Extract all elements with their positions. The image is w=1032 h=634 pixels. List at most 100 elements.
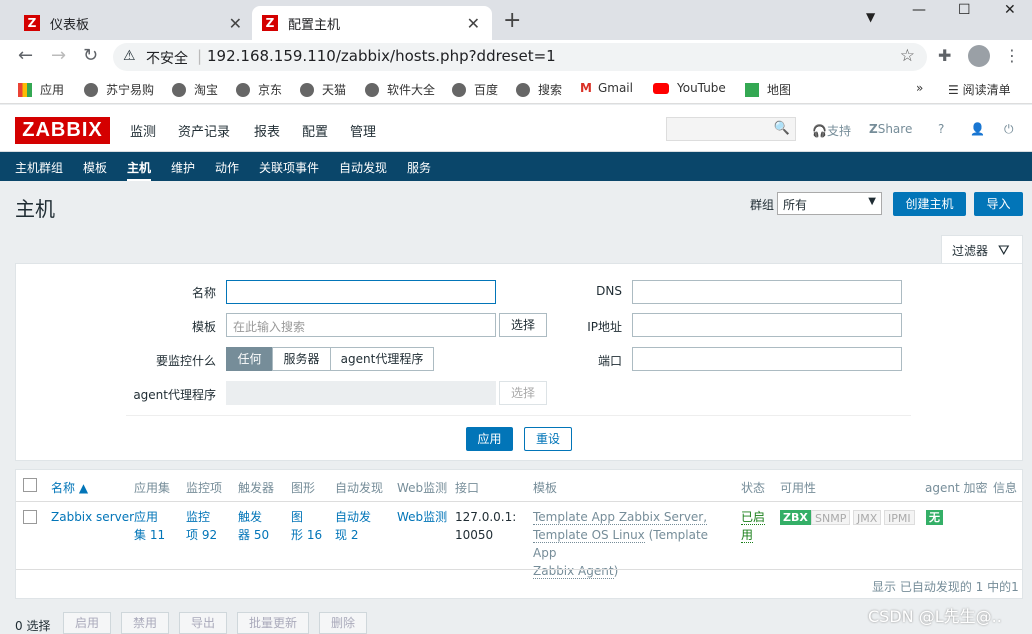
- jmx-badge: JMX: [853, 510, 882, 525]
- monitored-any-toggle[interactable]: 任何: [226, 347, 273, 371]
- ip-input[interactable]: [632, 313, 902, 337]
- close-icon[interactable]: ✕: [229, 14, 242, 33]
- bookmark-jd[interactable]: 京东: [236, 81, 282, 98]
- host-name-link[interactable]: Zabbix server: [51, 508, 134, 526]
- bookmark-software[interactable]: 软件大全: [365, 81, 435, 98]
- apply-button[interactable]: 应用: [466, 427, 513, 451]
- help-icon[interactable]: ?: [938, 122, 944, 136]
- more-bookmarks-icon[interactable]: »: [916, 81, 923, 95]
- sort-name-link[interactable]: 名称 ▲: [51, 481, 88, 495]
- divider: [126, 415, 911, 416]
- share-link[interactable]: ZShare: [869, 122, 912, 136]
- subnav-actions[interactable]: 动作: [215, 159, 239, 176]
- warning-icon: ⚠: [123, 48, 136, 64]
- subnav-correlation[interactable]: 关联项事件: [259, 159, 319, 176]
- subnav-services[interactable]: 服务: [407, 159, 431, 176]
- col-templates: 模板: [533, 481, 558, 495]
- subnav-discovery[interactable]: 自动发现: [339, 159, 387, 176]
- bookmark-youtube[interactable]: YouTube: [653, 81, 726, 95]
- subnav-maintenance[interactable]: 维护: [171, 159, 195, 176]
- status-link[interactable]: 已启用: [741, 508, 766, 544]
- close-window-icon[interactable]: ✕: [1004, 2, 1016, 18]
- subnav-hosts[interactable]: 主机: [127, 159, 152, 181]
- back-icon[interactable]: ←: [18, 45, 33, 66]
- items-link[interactable]: 监控项 92: [186, 508, 217, 544]
- group-label: 群组: [750, 198, 775, 212]
- search-icon[interactable]: 🔍: [774, 121, 790, 136]
- bookmark-search[interactable]: 搜索: [516, 81, 562, 98]
- reload-icon[interactable]: ↻: [83, 45, 98, 66]
- forward-icon[interactable]: →: [51, 45, 66, 66]
- col-name[interactable]: 名称 ▲: [51, 479, 88, 496]
- group-select[interactable]: 所有 ▼: [777, 192, 882, 215]
- triggers-link[interactable]: 触发器 50: [238, 508, 269, 544]
- bookmark-taobao[interactable]: 淘宝: [172, 81, 218, 98]
- menu-reports[interactable]: 报表: [254, 121, 280, 140]
- proxy-select-button[interactable]: 选择: [499, 381, 547, 405]
- url-text: 192.168.159.110/zabbix/hosts.php?ddreset…: [207, 47, 556, 65]
- applications-link[interactable]: 应用集 11: [134, 508, 165, 544]
- globe-icon: [84, 82, 98, 97]
- bookmark-tmall[interactable]: 天猫: [300, 81, 346, 98]
- tab-config-host[interactable]: Z 配置主机 ✕: [252, 6, 492, 40]
- bookmark-star-icon[interactable]: ☆: [900, 46, 915, 66]
- menu-inventory[interactable]: 资产记录: [178, 121, 230, 140]
- tab-dashboard[interactable]: Z 仪表板 ✕: [14, 6, 254, 40]
- port-input[interactable]: [632, 347, 902, 371]
- bookmark-label: 搜索: [538, 83, 563, 97]
- proxy-input[interactable]: [226, 381, 496, 405]
- create-host-button[interactable]: 创建主机: [893, 192, 966, 216]
- bookmark-apps[interactable]: 应用: [18, 81, 64, 98]
- new-tab-icon[interactable]: +: [503, 8, 521, 33]
- template-link[interactable]: Zabbix Agent: [533, 564, 614, 579]
- import-button[interactable]: 导入: [974, 192, 1023, 216]
- subnav-host-groups[interactable]: 主机群组: [15, 159, 63, 176]
- bookmark-gmail[interactable]: M Gmail: [580, 81, 633, 95]
- col-interface: 接口: [455, 481, 480, 495]
- graphs-link[interactable]: 图形 16: [291, 508, 322, 544]
- select-all-checkbox[interactable]: [23, 478, 37, 492]
- filter-tab[interactable]: 过滤器 ⛛: [941, 235, 1023, 263]
- subnav-templates[interactable]: 模板: [83, 159, 107, 176]
- name-input[interactable]: [226, 280, 496, 304]
- global-search-input[interactable]: 🔍: [666, 117, 796, 141]
- selected-count: 0 选择: [15, 619, 51, 633]
- link-text: 监控: [186, 510, 211, 524]
- template-link[interactable]: Template App Zabbix Server,: [533, 510, 708, 525]
- bookmark-suning[interactable]: 苏宁易购: [84, 81, 154, 98]
- bookmarks-bar: 应用 苏宁易购 淘宝 京东 天猫 软件大全 百度 搜索 M Gmail YouTu…: [0, 74, 1032, 104]
- globe-icon: [365, 82, 379, 97]
- tab-search-icon[interactable]: ▼: [866, 10, 875, 24]
- address-bar[interactable]: ⚠ 不安全 | 192.168.159.110/zabbix/hosts.php…: [113, 43, 927, 71]
- web-link[interactable]: Web监测: [397, 508, 447, 526]
- menu-administration[interactable]: 管理: [350, 121, 376, 140]
- link-text: 自动发: [335, 510, 372, 524]
- support-link[interactable]: 🎧支持: [812, 122, 851, 139]
- dns-input[interactable]: [632, 280, 902, 304]
- signout-icon[interactable]: ⏻: [1004, 122, 1014, 137]
- zabbix-logo[interactable]: ZABBIX: [15, 117, 110, 144]
- monitored-proxy-toggle[interactable]: agent代理程序: [330, 347, 434, 371]
- tab-label: 仪表板: [50, 17, 90, 33]
- menu-icon[interactable]: ⋮: [1004, 46, 1020, 65]
- reset-button[interactable]: 重设: [524, 427, 572, 451]
- close-icon[interactable]: ✕: [467, 14, 480, 33]
- row-checkbox[interactable]: [23, 510, 37, 524]
- reading-list[interactable]: ☰ 阅读清单: [948, 81, 1011, 98]
- bookmark-baidu[interactable]: 百度: [452, 81, 498, 98]
- template-link[interactable]: Template OS Linux: [533, 528, 645, 543]
- link-text: 集 11: [134, 528, 166, 542]
- menu-monitoring[interactable]: 监测: [130, 121, 156, 140]
- extensions-icon[interactable]: ✚: [938, 46, 951, 65]
- menu-configuration[interactable]: 配置: [302, 121, 328, 161]
- minimize-icon[interactable]: —: [912, 2, 926, 18]
- maximize-icon[interactable]: ☐: [958, 2, 971, 18]
- template-input[interactable]: 在此输入搜索: [226, 313, 496, 337]
- monitored-server-toggle[interactable]: 服务器: [272, 347, 331, 371]
- template-select-button[interactable]: 选择: [499, 313, 547, 337]
- bookmark-maps[interactable]: 地图: [745, 81, 791, 98]
- zabbix-favicon-icon: Z: [262, 15, 278, 31]
- discovery-link[interactable]: 自动发现 2: [335, 508, 371, 544]
- profile-avatar[interactable]: [968, 45, 990, 67]
- user-profile-icon[interactable]: 👤: [970, 122, 985, 136]
